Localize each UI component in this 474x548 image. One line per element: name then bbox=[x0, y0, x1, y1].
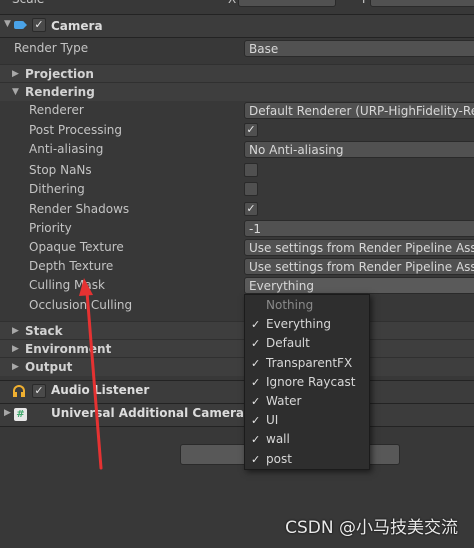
check-icon: ✓ bbox=[251, 433, 261, 447]
environment-foldout[interactable]: ▶ Environment bbox=[0, 339, 474, 358]
render-type-dropdown[interactable]: Base bbox=[244, 40, 474, 57]
dithering-label: Dithering bbox=[29, 182, 85, 196]
culling-option[interactable]: ✓ Water bbox=[245, 392, 369, 411]
scale-x-label: X bbox=[228, 0, 236, 8]
culling-option-label: wall bbox=[266, 432, 290, 447]
audio-listener-header[interactable]: ✓ Audio Listener bbox=[0, 380, 474, 404]
depth-texture-label: Depth Texture bbox=[29, 259, 114, 273]
audio-listener-enabled-checkbox[interactable]: ✓ bbox=[32, 384, 46, 398]
culling-option[interactable]: ✓ UI bbox=[245, 411, 369, 430]
projection-label: Projection bbox=[25, 67, 94, 81]
headphones-right-cup bbox=[21, 392, 25, 397]
dithering-row: Dithering bbox=[0, 180, 474, 198]
culling-option[interactable]: ✓ post bbox=[245, 450, 369, 469]
watermark: CSDN @小马技美交流 bbox=[285, 518, 458, 538]
stop-nans-checkbox[interactable] bbox=[244, 163, 258, 177]
dithering-checkbox[interactable] bbox=[244, 182, 258, 196]
opaque-texture-dropdown[interactable]: Use settings from Render Pipeline Asset bbox=[244, 239, 474, 256]
occlusion-culling-row: Occlusion Culling bbox=[0, 296, 474, 314]
check-icon: ✓ bbox=[251, 318, 261, 332]
expand-arrow-icon: ▶ bbox=[12, 344, 19, 354]
priority-row: Priority -1 bbox=[0, 219, 474, 237]
camera-title: Camera bbox=[51, 19, 103, 33]
camera-icon-lens bbox=[23, 21, 27, 29]
environment-label: Environment bbox=[25, 342, 112, 356]
check-icon: ✓ bbox=[251, 414, 261, 428]
scale-y-label: Y bbox=[360, 0, 367, 8]
render-shadows-row: Render Shadows ✓ bbox=[0, 200, 474, 218]
culling-mask-dropdown[interactable]: Everything bbox=[244, 277, 474, 294]
rendering-foldout[interactable]: ▼ Rendering bbox=[0, 82, 474, 101]
collapse-arrow-icon: ▼ bbox=[12, 87, 19, 97]
culling-mask-menu[interactable]: Nothing ✓ Everything ✓ Default ✓ TransparentFX… bbox=[244, 294, 370, 470]
collapse-arrow-icon[interactable]: ▼ bbox=[4, 19, 14, 29]
culling-option-label: Everything bbox=[266, 317, 331, 332]
scale-label: Scale bbox=[12, 0, 44, 8]
culling-option-label: TransparentFX bbox=[266, 355, 353, 370]
culling-mask-row: Culling Mask Everything bbox=[0, 276, 474, 294]
check-icon: ✓ bbox=[251, 337, 261, 351]
renderer-dropdown[interactable]: Default Renderer (URP-HighFidelity-Renc bbox=[244, 102, 474, 119]
scale-x-field[interactable] bbox=[238, 0, 336, 7]
depth-texture-dropdown[interactable]: Use settings from Render Pipeline Asset bbox=[244, 258, 474, 275]
render-type-label: Render Type bbox=[14, 41, 89, 55]
render-shadows-label: Render Shadows bbox=[29, 202, 130, 216]
culling-option-label: Default bbox=[266, 336, 310, 351]
camera-component-header[interactable]: ▼ ✓ Camera bbox=[0, 14, 474, 38]
depth-texture-row: Depth Texture Use settings from Render P… bbox=[0, 257, 474, 275]
stack-foldout[interactable]: ▶ Stack bbox=[0, 321, 474, 340]
audio-listener-title: Audio Listener bbox=[51, 383, 150, 397]
culling-option-label: Nothing bbox=[266, 298, 314, 312]
urp-camera-data-header[interactable]: ▶ # Universal Additional Camera Data bbox=[0, 403, 474, 427]
output-foldout[interactable]: ▶ Output bbox=[0, 357, 474, 376]
priority-label: Priority bbox=[29, 221, 72, 235]
culling-option[interactable]: Nothing bbox=[245, 296, 369, 315]
anti-aliasing-label: Anti-aliasing bbox=[29, 142, 104, 156]
renderer-row: Renderer Default Renderer (URP-HighFidel… bbox=[0, 101, 474, 119]
stop-nans-row: Stop NaNs bbox=[0, 161, 474, 179]
culling-mask-label: Culling Mask bbox=[29, 278, 105, 292]
stack-label: Stack bbox=[25, 324, 63, 338]
culling-option[interactable]: ✓ wall bbox=[245, 430, 369, 449]
check-icon: ✓ bbox=[251, 356, 261, 370]
scale-y-field[interactable] bbox=[370, 0, 474, 7]
culling-option[interactable]: ✓ TransparentFX bbox=[245, 354, 369, 373]
culling-option[interactable]: ✓ Default bbox=[245, 334, 369, 353]
expand-arrow-icon[interactable]: ▶ bbox=[4, 408, 14, 418]
culling-option-label: post bbox=[266, 451, 292, 466]
post-processing-label: Post Processing bbox=[29, 123, 122, 137]
post-processing-checkbox[interactable]: ✓ bbox=[244, 123, 258, 137]
opaque-texture-label: Opaque Texture bbox=[29, 240, 124, 254]
projection-foldout[interactable]: ▶ Projection bbox=[0, 64, 474, 83]
check-icon: ✓ bbox=[251, 452, 261, 466]
stop-nans-label: Stop NaNs bbox=[29, 163, 92, 177]
anti-aliasing-dropdown[interactable]: No Anti-aliasing bbox=[244, 141, 474, 158]
culling-option[interactable]: ✓ Ignore Raycast bbox=[245, 373, 369, 392]
culling-option-label: Water bbox=[266, 394, 302, 408]
render-type-row: Render Type Base bbox=[0, 39, 474, 57]
camera-enabled-checkbox[interactable]: ✓ bbox=[32, 18, 46, 32]
render-shadows-checkbox[interactable]: ✓ bbox=[244, 202, 258, 216]
check-icon: ✓ bbox=[251, 395, 261, 408]
culling-option[interactable]: ✓ Everything bbox=[245, 315, 369, 334]
culling-option-label: Ignore Raycast bbox=[266, 374, 356, 389]
renderer-label: Renderer bbox=[29, 103, 84, 117]
headphones-left-cup bbox=[13, 392, 17, 397]
scale-row: Scale X Y bbox=[0, 0, 474, 8]
rendering-label: Rendering bbox=[25, 85, 95, 99]
occlusion-culling-label: Occlusion Culling bbox=[29, 298, 133, 312]
expand-arrow-icon: ▶ bbox=[12, 362, 19, 372]
script-icon: # bbox=[14, 408, 27, 421]
post-processing-row: Post Processing ✓ bbox=[0, 121, 474, 139]
expand-arrow-icon: ▶ bbox=[12, 69, 19, 79]
check-icon: ✓ bbox=[251, 375, 261, 389]
anti-aliasing-row: Anti-aliasing No Anti-aliasing bbox=[0, 140, 474, 158]
expand-arrow-icon: ▶ bbox=[12, 326, 19, 336]
culling-option-label: UI bbox=[266, 413, 279, 428]
priority-field[interactable]: -1 bbox=[244, 220, 474, 237]
output-label: Output bbox=[25, 360, 73, 374]
opaque-texture-row: Opaque Texture Use settings from Render … bbox=[0, 238, 474, 256]
